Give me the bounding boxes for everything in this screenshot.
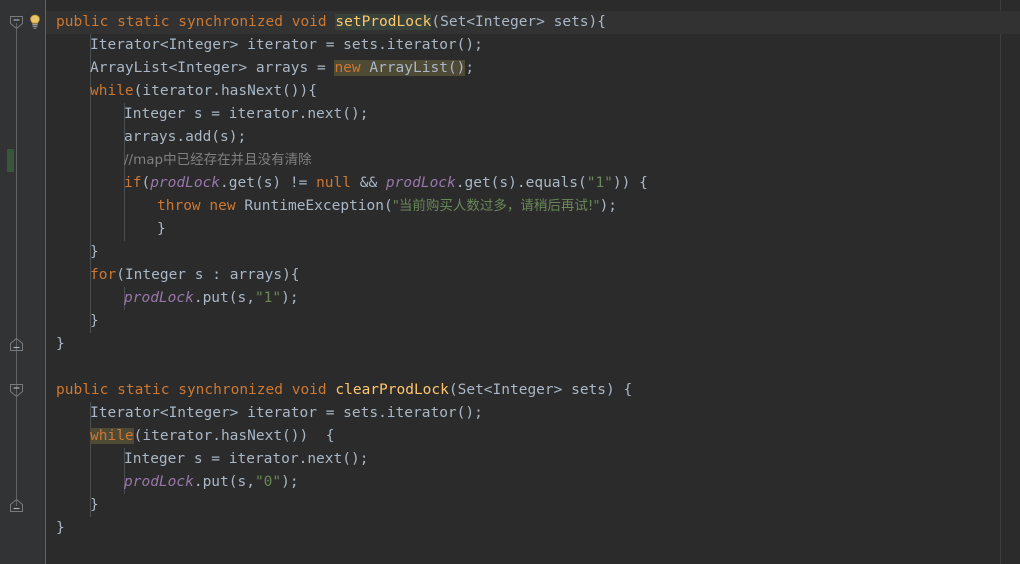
code-token-str: "1": [254, 290, 282, 306]
code-token-pln: )) {: [612, 175, 648, 191]
code-line[interactable]: throw new RuntimeException("当前购买人数过多，请稍后…: [157, 195, 617, 218]
code-fold-collapse-icon[interactable]: [9, 383, 24, 398]
code-token-pln: .put(s,: [193, 290, 255, 306]
code-token-kw: static: [117, 14, 179, 30]
code-line[interactable]: }: [90, 241, 99, 264]
code-token-pln: Iterator<Integer> iterator = sets.iterat…: [90, 405, 483, 421]
vcs-changed-lines-marker[interactable]: [7, 149, 14, 172]
editor-gutter[interactable]: [0, 0, 46, 564]
code-line[interactable]: arrays.add(s);: [124, 126, 246, 149]
code-token-str: "1": [586, 175, 613, 191]
code-line[interactable]: while(iterator.hasNext()) {: [90, 425, 334, 448]
code-token-kw: throw: [157, 198, 210, 214]
code-token-meth: clearProdLock: [335, 382, 449, 398]
code-token-kw: synchronized: [178, 382, 292, 398]
code-line[interactable]: public static synchronized void setProdL…: [56, 11, 606, 34]
code-token-kw: synchronized: [178, 14, 292, 30]
code-token-fld: prodLock: [124, 290, 194, 306]
code-token-kw: new: [209, 198, 245, 214]
code-line[interactable]: ArrayList<Integer> arrays = new ArrayLis…: [90, 57, 474, 80]
code-token-kw: new: [334, 60, 370, 76]
code-token-pln: }: [90, 313, 99, 329]
code-token-pln: (Set<Integer> sets){: [431, 14, 607, 30]
code-token-pln: (Set<Integer> sets) {: [448, 382, 633, 398]
code-token-str: "当前购买人数过多，请稍后再试!": [392, 198, 600, 214]
code-line[interactable]: while(iterator.hasNext()){: [90, 80, 317, 103]
code-token-pln: }: [90, 497, 99, 513]
code-token-kw: public: [56, 14, 118, 30]
code-line[interactable]: }: [56, 333, 65, 356]
code-token-pln: ArrayList<Integer> arrays =: [90, 60, 335, 76]
code-token-str: "0": [254, 474, 282, 490]
code-content-area[interactable]: public static synchronized void setProdL…: [46, 0, 1020, 564]
code-line[interactable]: //map中已经存在并且没有清除: [124, 149, 312, 172]
code-token-pln: (: [141, 175, 151, 191]
code-line[interactable]: Iterator<Integer> iterator = sets.iterat…: [90, 34, 483, 57]
code-token-pln: Integer s = iterator.next();: [124, 451, 369, 467]
code-token-pln: .get(s) !=: [220, 175, 317, 191]
intention-bulb-icon[interactable]: [28, 14, 42, 30]
gutter-fold-connector-line: [16, 22, 17, 506]
code-token-pln: (Integer s : arrays){: [116, 267, 300, 283]
code-token-kw: while: [90, 428, 134, 444]
code-line[interactable]: Integer s = iterator.next();: [124, 103, 368, 126]
code-token-pln: .get(s).equals(: [455, 175, 587, 191]
code-line[interactable]: prodLock.put(s,"1");: [124, 287, 299, 310]
code-line[interactable]: Integer s = iterator.next();: [124, 448, 368, 471]
code-token-fld: prodLock: [385, 175, 456, 191]
code-token-kw: if: [124, 175, 142, 191]
code-editor[interactable]: public static synchronized void setProdL…: [0, 0, 1020, 564]
code-token-fld: prodLock: [150, 175, 221, 191]
code-token-meth: setProdLock: [335, 14, 432, 30]
code-token-pln: (iterator.hasNext()) {: [133, 428, 335, 444]
code-token-kw: for: [90, 267, 117, 283]
code-line[interactable]: }: [157, 218, 166, 241]
code-line[interactable]: if(prodLock.get(s) != null && prodLock.g…: [124, 172, 648, 195]
code-token-kw: void: [291, 14, 336, 30]
code-fold-collapse-icon[interactable]: [9, 15, 24, 30]
right-margin-guide: [1000, 0, 1001, 564]
code-token-pln: );: [281, 474, 299, 490]
code-token-pln: }: [56, 336, 65, 352]
code-line[interactable]: Iterator<Integer> iterator = sets.iterat…: [90, 402, 483, 425]
code-token-pln: Iterator<Integer> iterator = sets.iterat…: [90, 37, 483, 53]
code-token-kw: while: [90, 83, 134, 99]
code-token-pln: ;: [465, 60, 475, 76]
code-token-pln: Integer s = iterator.next();: [124, 106, 369, 122]
code-line[interactable]: public static synchronized void clearPro…: [56, 379, 632, 402]
code-token-pln: );: [281, 290, 299, 306]
code-token-pln: .put(s,: [193, 474, 255, 490]
code-token-pln: (iterator.hasNext()){: [133, 83, 317, 99]
code-token-kw: public: [56, 382, 118, 398]
code-token-pln: }: [157, 221, 166, 237]
code-token-kw: null: [316, 175, 351, 191]
code-line[interactable]: prodLock.put(s,"0");: [124, 471, 299, 494]
code-line[interactable]: }: [56, 517, 65, 540]
code-token-pln: &&: [351, 175, 386, 191]
code-line[interactable]: for(Integer s : arrays){: [90, 264, 300, 287]
code-token-pln: RuntimeException(: [244, 198, 393, 214]
code-token-kw: void: [291, 382, 336, 398]
code-token-fld: prodLock: [124, 474, 194, 490]
code-token-pln: }: [90, 244, 99, 260]
code-token-kw: static: [117, 382, 179, 398]
code-token-pln: ArrayList(): [369, 60, 466, 76]
vcs-change-strip[interactable]: [0, 0, 7, 564]
code-line[interactable]: }: [90, 494, 99, 517]
code-fold-end-icon[interactable]: [9, 337, 24, 352]
code-line[interactable]: }: [90, 310, 99, 333]
code-token-pln: );: [599, 198, 618, 214]
code-token-cmt: //map中已经存在并且没有清除: [124, 152, 312, 168]
code-token-pln: }: [56, 520, 65, 536]
code-fold-end-icon[interactable]: [9, 498, 24, 513]
code-token-pln: arrays.add(s);: [124, 129, 247, 145]
